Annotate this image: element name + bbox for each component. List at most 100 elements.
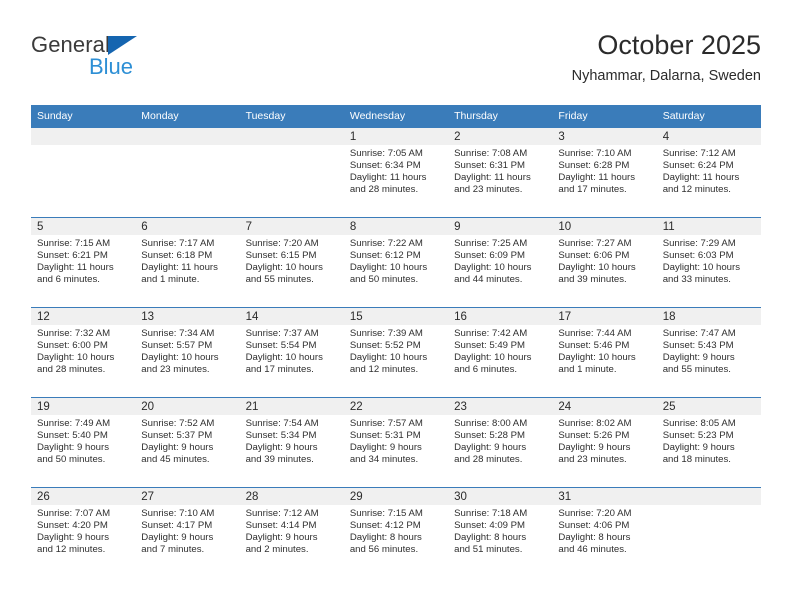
calendar-day-cell[interactable]: 18 Sunrise: 7:47 AM Sunset: 5:43 PM Dayligh… [656,307,761,398]
calendar-day-cell[interactable]: 7 Sunrise: 7:20 AM Sunset: 6:15 PM Daylight… [239,217,344,308]
calendar-day-cell-empty [31,127,136,218]
sunrise-text: Sunrise: 7:25 AM [454,238,528,249]
calendar-day-cell[interactable]: 29 Sunrise: 7:15 AM Sunset: 4:12 PM Dayligh… [343,487,449,577]
calendar-day-cell[interactable]: 31 Sunrise: 7:20 AM Sunset: 4:06 PM Dayligh… [552,487,657,577]
sunrise-text: Sunrise: 7:10 AM [141,508,215,519]
page-title: October 2025 [597,30,761,60]
calendar-day-cell[interactable]: 4 Sunrise: 7:12 AM Sunset: 6:24 PM Daylight… [656,127,761,218]
daylight-text-line1: Daylight: 9 hours [662,352,735,364]
weekday-header-thursday: Thursday [448,105,553,128]
day-detail: Sunrise: 7:05 AM Sunset: 6:34 PM Daylight:… [344,145,448,196]
calendar-day-cell[interactable]: 23 Sunrise: 8:00 AM Sunset: 5:28 PM Dayligh… [448,397,553,488]
day-detail: Sunrise: 7:25 AM Sunset: 6:09 PM Daylight:… [448,235,552,286]
calendar-day-cell-empty [239,127,344,218]
daylight-text-line1: Daylight: 11 hours [454,172,531,184]
day-number: 12 [31,308,136,325]
daylight-text-line2: and 18 minutes. [662,454,731,466]
sunset-text: Sunset: 6:00 PM [37,340,108,352]
sunset-text: Sunset: 6:24 PM [662,160,734,172]
day-cell-content: 27 Sunrise: 7:10 AM Sunset: 4:17 PM Dayligh… [135,488,240,577]
day-detail: Sunrise: 7:54 AM Sunset: 5:34 PM Daylight:… [240,415,344,466]
calendar-body: 1 Sunrise: 7:05 AM Sunset: 6:34 PM Daylight… [31,127,761,577]
weekday-header-monday: Monday [135,105,240,128]
weekday-header-friday: Friday [552,105,657,128]
day-cell-content: 21 Sunrise: 7:54 AM Sunset: 5:34 PM Dayligh… [239,398,344,487]
daylight-text-line2: and 1 minute. [141,274,200,286]
daylight-text-line2: and 1 minute. [558,364,617,376]
daylight-text-line1: Daylight: 10 hours [349,352,428,364]
day-detail: Sunrise: 7:39 AM Sunset: 5:52 PM Daylight:… [344,325,448,376]
calendar-day-cell[interactable]: 22 Sunrise: 7:57 AM Sunset: 5:31 PM Dayligh… [343,397,449,488]
day-cell-content: 4 Sunrise: 7:12 AM Sunset: 6:24 PM Daylight… [656,128,761,217]
day-cell-content: 18 Sunrise: 7:47 AM Sunset: 5:43 PM Dayligh… [656,308,761,397]
calendar-table: Sunday Monday Tuesday Wednesday Thursday… [31,105,761,577]
calendar-day-cell[interactable]: 19 Sunrise: 7:49 AM Sunset: 5:40 PM Dayligh… [31,397,136,488]
calendar-day-cell[interactable]: 8 Sunrise: 7:22 AM Sunset: 6:12 PM Daylight… [343,217,449,308]
day-number: 14 [239,308,344,325]
day-cell-content: 19 Sunrise: 7:49 AM Sunset: 5:40 PM Dayligh… [31,398,136,487]
day-detail [135,145,239,148]
calendar-day-cell[interactable]: 20 Sunrise: 7:52 AM Sunset: 5:37 PM Dayligh… [135,397,240,488]
calendar-day-cell[interactable]: 30 Sunrise: 7:18 AM Sunset: 4:09 PM Dayligh… [448,487,553,577]
day-detail [240,145,344,148]
daylight-text-line2: and 39 minutes. [245,454,314,466]
calendar-day-cell[interactable]: 6 Sunrise: 7:17 AM Sunset: 6:18 PM Daylight… [135,217,240,308]
sunrise-text: Sunrise: 7:37 AM [245,328,319,339]
calendar-day-cell[interactable]: 12 Sunrise: 7:32 AM Sunset: 6:00 PM Dayligh… [31,307,136,398]
day-number: 1 [343,128,449,145]
day-detail: Sunrise: 7:15 AM Sunset: 4:12 PM Daylight:… [344,505,448,556]
sunset-text: Sunset: 5:26 PM [558,430,630,442]
daylight-text-line1: Daylight: 9 hours [37,532,109,544]
daylight-text-line1: Daylight: 11 hours [37,262,114,274]
day-cell-content: 15 Sunrise: 7:39 AM Sunset: 5:52 PM Dayligh… [343,308,449,397]
calendar-day-cell[interactable]: 15 Sunrise: 7:39 AM Sunset: 5:52 PM Dayligh… [343,307,449,398]
day-number: 17 [552,308,657,325]
weekday-header-row: Sunday Monday Tuesday Wednesday Thursday… [31,105,761,128]
day-cell-content [135,128,240,217]
calendar-day-cell[interactable]: 24 Sunrise: 8:02 AM Sunset: 5:26 PM Dayligh… [552,397,657,488]
calendar-day-cell[interactable]: 2 Sunrise: 7:08 AM Sunset: 6:31 PM Daylight… [448,127,553,218]
calendar-day-cell[interactable]: 13 Sunrise: 7:34 AM Sunset: 5:57 PM Dayligh… [135,307,240,398]
calendar-page: General Blue October 2025 Nyhammar, Dala… [0,0,792,612]
sunset-text: Sunset: 4:06 PM [558,520,630,532]
day-cell-content: 14 Sunrise: 7:37 AM Sunset: 5:54 PM Dayligh… [239,308,344,397]
day-cell-content [656,488,761,577]
calendar-day-cell[interactable]: 17 Sunrise: 7:44 AM Sunset: 5:46 PM Dayligh… [552,307,657,398]
sunset-text: Sunset: 6:28 PM [558,160,630,172]
calendar-day-cell[interactable]: 21 Sunrise: 7:54 AM Sunset: 5:34 PM Dayligh… [239,397,344,488]
day-detail: Sunrise: 7:37 AM Sunset: 5:54 PM Daylight:… [240,325,344,376]
daylight-text-line1: Daylight: 8 hours [454,532,527,544]
day-detail: Sunrise: 7:34 AM Sunset: 5:57 PM Daylight:… [135,325,239,376]
sunset-text: Sunset: 5:49 PM [454,340,526,352]
calendar-day-cell[interactable]: 11 Sunrise: 7:29 AM Sunset: 6:03 PM Dayligh… [656,217,761,308]
calendar-day-cell[interactable]: 5 Sunrise: 7:15 AM Sunset: 6:21 PM Daylight… [31,217,136,308]
day-cell-content: 5 Sunrise: 7:15 AM Sunset: 6:21 PM Daylight… [31,218,136,307]
day-detail: Sunrise: 7:52 AM Sunset: 5:37 PM Daylight:… [135,415,239,466]
daylight-text-line2: and 46 minutes. [558,544,627,556]
daylight-text-line2: and 17 minutes. [245,364,314,376]
calendar-day-cell[interactable]: 28 Sunrise: 7:12 AM Sunset: 4:14 PM Dayligh… [239,487,344,577]
calendar-day-cell[interactable]: 25 Sunrise: 8:05 AM Sunset: 5:23 PM Dayligh… [656,397,761,488]
day-detail: Sunrise: 7:18 AM Sunset: 4:09 PM Daylight:… [448,505,552,556]
general-blue-logo[interactable]: General Blue [31,34,251,90]
sunrise-text: Sunrise: 7:54 AM [245,418,319,429]
calendar-day-cell[interactable]: 27 Sunrise: 7:10 AM Sunset: 4:17 PM Dayligh… [135,487,240,577]
daylight-text-line1: Daylight: 9 hours [349,442,422,454]
daylight-text-line2: and 50 minutes. [349,274,419,286]
day-number: 28 [239,488,344,505]
day-number: 26 [31,488,136,505]
day-cell-content: 30 Sunrise: 7:18 AM Sunset: 4:09 PM Dayligh… [448,488,553,577]
calendar-day-cell[interactable]: 9 Sunrise: 7:25 AM Sunset: 6:09 PM Daylight… [448,217,553,308]
daylight-text-line2: and 50 minutes. [37,454,106,466]
calendar-day-cell[interactable]: 3 Sunrise: 7:10 AM Sunset: 6:28 PM Daylight… [552,127,657,218]
calendar-day-cell[interactable]: 1 Sunrise: 7:05 AM Sunset: 6:34 PM Daylight… [343,127,449,218]
calendar-day-cell[interactable]: 16 Sunrise: 7:42 AM Sunset: 5:49 PM Dayligh… [448,307,553,398]
sunrise-text: Sunrise: 7:39 AM [349,328,423,339]
calendar-day-cell[interactable]: 10 Sunrise: 7:27 AM Sunset: 6:06 PM Dayligh… [552,217,657,308]
sunset-text: Sunset: 4:20 PM [37,520,108,532]
sunset-text: Sunset: 5:23 PM [662,430,734,442]
calendar-day-cell[interactable]: 26 Sunrise: 7:07 AM Sunset: 4:20 PM Dayligh… [31,487,136,577]
sunrise-text: Sunrise: 7:20 AM [558,508,632,519]
daylight-text-line2: and 55 minutes. [245,274,314,286]
calendar-day-cell[interactable]: 14 Sunrise: 7:37 AM Sunset: 5:54 PM Dayligh… [239,307,344,398]
